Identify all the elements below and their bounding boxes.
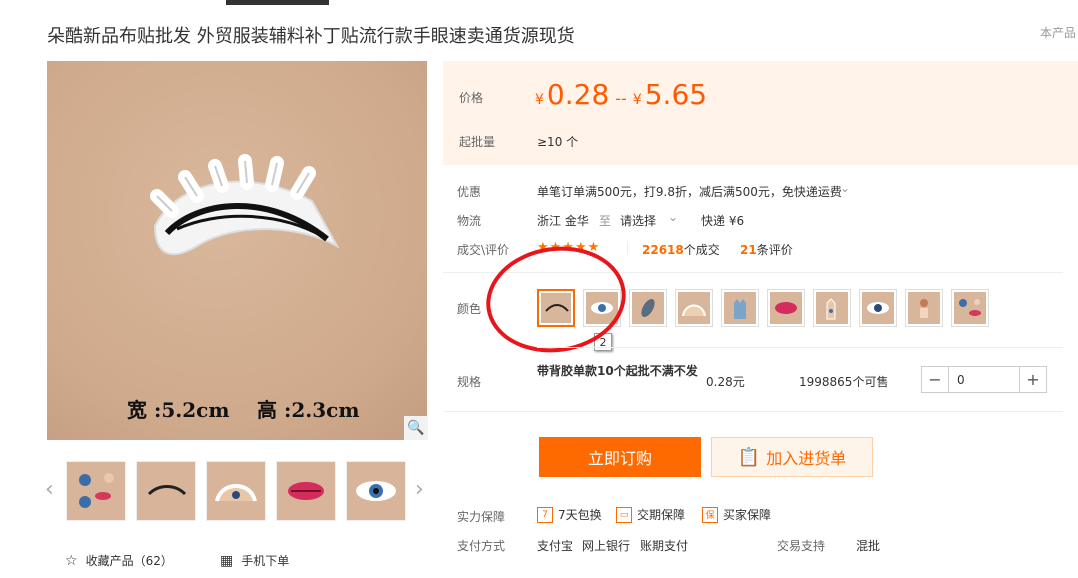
collect-product[interactable]: ☆ 收藏产品（62） [65, 552, 173, 569]
product-title: 朵酷新品布贴批发 外贸服装辅料补丁贴流行款手眼速卖通货源现货 [47, 26, 575, 47]
moq-label: 起批量 [459, 135, 496, 149]
guarantee-7day-label: 7天包换 [558, 508, 602, 522]
promo-label: 优惠 [457, 185, 482, 199]
top-dark-bar [226, 0, 329, 5]
prev-arrow-icon[interactable]: ‹ [45, 477, 54, 502]
mixed-patches-icon [79, 473, 114, 508]
thumbnail-mixed[interactable] [66, 461, 126, 521]
thumbnail-evil-eye[interactable] [346, 461, 406, 521]
mobile-label: 手机下单 [241, 554, 290, 568]
seven-day-icon: 7 [537, 506, 553, 523]
quantity-increase-button[interactable]: + [1020, 367, 1046, 392]
swatch-eye[interactable] [859, 289, 897, 327]
deal-count-number: 22618 [642, 243, 684, 257]
guarantee-buyer-label: 买家保障 [723, 508, 772, 522]
logistics-label: 物流 [457, 214, 482, 228]
swatch-hand[interactable] [813, 289, 851, 327]
swatch-figure[interactable] [905, 289, 943, 327]
guarantee-delivery-label: 交期保障 [637, 508, 686, 522]
guarantee-label: 实力保障 [457, 510, 506, 524]
collect-label: 收藏产品（62） [85, 554, 173, 568]
add-to-cart-label: 加入进货单 [766, 449, 847, 468]
eyelash-patch-illustration [150, 154, 340, 256]
width-label: 宽 :5.2cm [127, 398, 230, 422]
logistics-to: 至 [599, 214, 612, 228]
deal-count-suffix: 个成交 [683, 243, 720, 257]
next-arrow-icon[interactable]: › [415, 477, 424, 502]
buy-now-button[interactable]: 立即订购 [539, 437, 701, 477]
height-label: 高 :2.3cm [257, 398, 360, 422]
payment-online-bank: 网上银行 [582, 539, 631, 553]
spec-divider [537, 347, 1063, 348]
review-count-number: 21 [740, 243, 757, 257]
star-outline-icon: ☆ [65, 552, 78, 569]
swatch-hands[interactable] [675, 289, 713, 327]
review-count[interactable]: 21条评价 [740, 241, 793, 258]
price-range: ¥ 0.28 -- ¥ 5.65 [535, 78, 707, 111]
top-right-link[interactable]: 本产品 [1040, 24, 1076, 41]
destination-select[interactable]: 请选择 [620, 212, 656, 229]
thumbnail-lips[interactable] [276, 461, 336, 521]
express-fee: 快递 ¥6 [701, 214, 745, 228]
spec-label: 规格 [457, 375, 482, 389]
deals-label: 成交\评价 [457, 243, 510, 257]
trade-support-label: 交易支持 [777, 539, 826, 553]
price-symbol-2: ¥ [632, 92, 642, 108]
add-to-cart-button[interactable]: 📋 加入进货单 [711, 437, 873, 477]
spec-stock: 1998865个可售 [799, 375, 889, 389]
deal-count: 22618个成交 [642, 241, 720, 258]
spec-price: 0.28元 [706, 375, 745, 389]
thumbnail-strip: ‹ › [45, 461, 427, 521]
main-product-image[interactable]: 宽 :5.2cm 高 :2.3cm [47, 61, 427, 440]
color-label: 颜色 [457, 302, 482, 316]
mobile-order[interactable]: ▦ 手机下单 [220, 552, 289, 569]
promo-chevron-icon[interactable]: ⌄ [840, 181, 850, 195]
spec-bottom-divider [443, 411, 1063, 412]
clipboard-icon: 📋 [737, 446, 761, 468]
divider [627, 241, 628, 255]
price-symbol: ¥ [535, 92, 544, 108]
price-high: 5.65 [644, 78, 708, 111]
swatch-leaf[interactable] [629, 289, 667, 327]
destination-chevron-icon[interactable]: ⌄ [668, 210, 678, 224]
guarantee-buyer[interactable]: 保 买家保障 [702, 506, 771, 523]
lips-icon [288, 482, 324, 500]
thumbnail-eyelash[interactable] [136, 461, 196, 521]
swatch-mixed[interactable] [951, 289, 989, 327]
logistics-origin: 浙江 金华 [537, 214, 589, 228]
moq-value: ≥10 个 [537, 135, 579, 149]
swatch-lips[interactable] [767, 289, 805, 327]
quantity-input[interactable]: 0 [948, 367, 1020, 392]
trade-support-value: 混批 [856, 539, 881, 553]
price-low: 0.28 [546, 78, 610, 111]
promo-value: 单笔订单满500元，打9.8折，减后满500元，免快递运费 [537, 185, 842, 199]
qr-code-icon: ▦ [220, 552, 234, 569]
eyelash-icon [147, 485, 187, 496]
delivery-icon: ▭ [616, 506, 632, 523]
swatch-hamsa[interactable] [721, 289, 759, 327]
hand-eye-icon [215, 484, 257, 502]
guarantee-delivery[interactable]: ▭ 交期保障 [616, 506, 685, 523]
zoom-icon[interactable]: 🔍 [404, 416, 428, 440]
payment-alipay: 支付宝 [537, 539, 574, 553]
quantity-decrease-button[interactable]: − [922, 367, 948, 392]
shield-icon: 保 [702, 506, 718, 523]
payment-label: 支付方式 [457, 539, 506, 553]
price-label: 价格 [459, 91, 484, 105]
guarantee-7day[interactable]: 7 7天包换 [537, 506, 602, 523]
payment-credit: 账期支付 [640, 539, 689, 553]
thumbnail-hand-eye[interactable] [206, 461, 266, 521]
price-dash: -- [615, 89, 627, 108]
spec-name: 带背胶单款10个起批不满不发 [537, 364, 698, 378]
evil-eye-icon [356, 481, 396, 501]
review-count-suffix: 条评价 [756, 243, 793, 257]
quantity-stepper: − 0 + [921, 366, 1047, 393]
